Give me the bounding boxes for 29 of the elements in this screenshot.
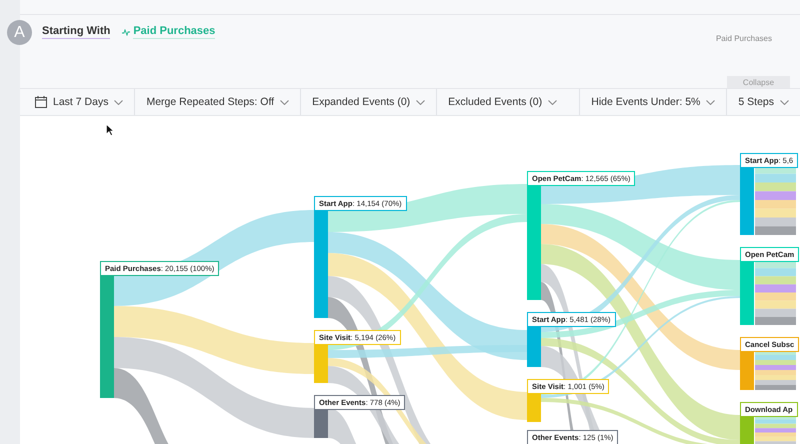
toolbar-dropdown[interactable]: Merge Repeated Steps: Off (135, 89, 302, 115)
pulse-icon (122, 28, 130, 36)
node-bar[interactable] (314, 408, 328, 438)
node-bar[interactable] (740, 260, 754, 325)
node-bar[interactable] (527, 325, 541, 367)
node-bar[interactable] (527, 184, 541, 300)
calendar-icon (35, 96, 47, 108)
event-summary-label: Paid Purchases (716, 34, 772, 43)
toolbar-dropdown[interactable]: Excluded Events (0) (437, 89, 568, 115)
starting-with-label: Starting With (42, 25, 110, 39)
chevron-down-icon (416, 100, 426, 104)
node-bar[interactable] (740, 350, 754, 390)
toolbar-dropdown[interactable]: 5 Steps (727, 89, 800, 115)
chevron-down-icon (280, 100, 290, 104)
avatar: A (7, 20, 32, 45)
chevron-down-icon (706, 100, 716, 104)
chevron-down-icon (548, 100, 558, 104)
cursor-icon (106, 124, 114, 136)
node-bar[interactable] (100, 274, 114, 398)
chevron-down-icon (114, 100, 124, 104)
node-bar[interactable] (527, 392, 541, 422)
toolbar-dropdown[interactable]: Hide Events Under: 5% (580, 89, 728, 115)
node-bar[interactable] (740, 165, 754, 235)
node-bar[interactable] (740, 415, 754, 444)
node-bar[interactable] (314, 343, 328, 383)
node-bar[interactable] (314, 210, 328, 318)
toolbar-dropdown[interactable]: Last 7 Days (24, 89, 136, 115)
toolbar-dropdown[interactable]: Expanded Events (0) (301, 89, 438, 115)
chevron-down-icon (780, 100, 789, 104)
